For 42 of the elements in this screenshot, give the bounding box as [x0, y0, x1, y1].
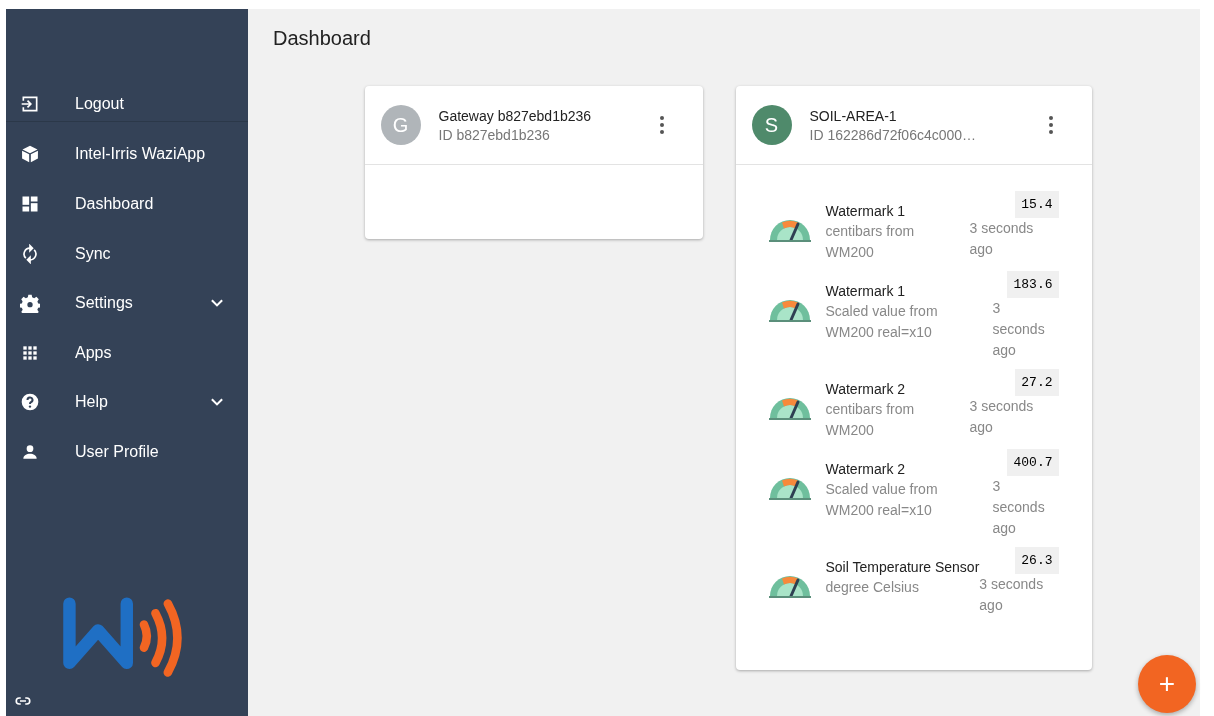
menu-item[interactable]: Dashboard — [6, 179, 248, 229]
sensor-value: 26.3 — [1015, 547, 1059, 574]
menu-item[interactable]: Intel-Irris WaziApp — [6, 129, 248, 180]
more-icon[interactable] — [658, 115, 665, 135]
sensor-name: Watermark 1 — [825, 283, 906, 299]
menu-item[interactable]: Settings — [6, 278, 248, 328]
sensor-value: 27.2 — [1015, 369, 1059, 396]
card-subtitle: ID 162286d72f06c4c000… — [809, 126, 978, 143]
settings-icon — [20, 293, 40, 314]
avatar: G — [380, 105, 421, 145]
cube-icon — [20, 144, 40, 165]
help-icon — [20, 392, 40, 413]
timestamp: 3 seconds ago — [979, 575, 1045, 615]
sensor-name: Watermark 2 — [825, 381, 906, 397]
more-icon[interactable] — [1047, 115, 1054, 135]
timestamp: 3 seconds ago — [992, 477, 1046, 538]
sensor-value: 15.4 — [1015, 191, 1059, 218]
card-title: SOIL-AREA-1 — [809, 107, 898, 124]
menu-item[interactable]: Logout — [6, 79, 248, 129]
sensor-unit: degree Celsius — [825, 578, 920, 597]
menu-item[interactable]: User Profile — [6, 427, 248, 477]
sensor-unit: centibars from WM200 — [825, 222, 916, 262]
sensor-value: 400.7 — [1007, 449, 1059, 476]
menu-item[interactable]: Apps — [6, 327, 248, 378]
sensor-name: Watermark 2 — [825, 461, 906, 477]
dashboard-icon — [20, 194, 40, 214]
sensor-unit: Scaled value from WM200 real=x10 — [825, 480, 939, 520]
sync-icon — [20, 243, 40, 264]
timestamp: 3 seconds ago — [969, 397, 1035, 437]
sensor-unit: centibars from WM200 — [825, 400, 916, 440]
page-title: Dashboard — [273, 27, 372, 50]
sensor-unit: Scaled value from WM200 real=x10 — [825, 302, 939, 342]
sensor-value: 183.6 — [1007, 271, 1059, 298]
sensor-name: Soil Temperature Sensor — [825, 559, 980, 575]
timestamp: 3 seconds ago — [969, 219, 1035, 259]
card-title: Gateway b827ebd1b236 — [438, 107, 593, 124]
menu-item[interactable]: Sync — [6, 228, 248, 279]
timestamp: 3 seconds ago — [992, 299, 1046, 360]
card-subtitle: ID b827ebd1b236 — [438, 126, 551, 143]
menu-item[interactable]: Help — [6, 377, 248, 428]
sensor-name: Watermark 1 — [825, 203, 906, 219]
avatar: S — [751, 105, 792, 145]
